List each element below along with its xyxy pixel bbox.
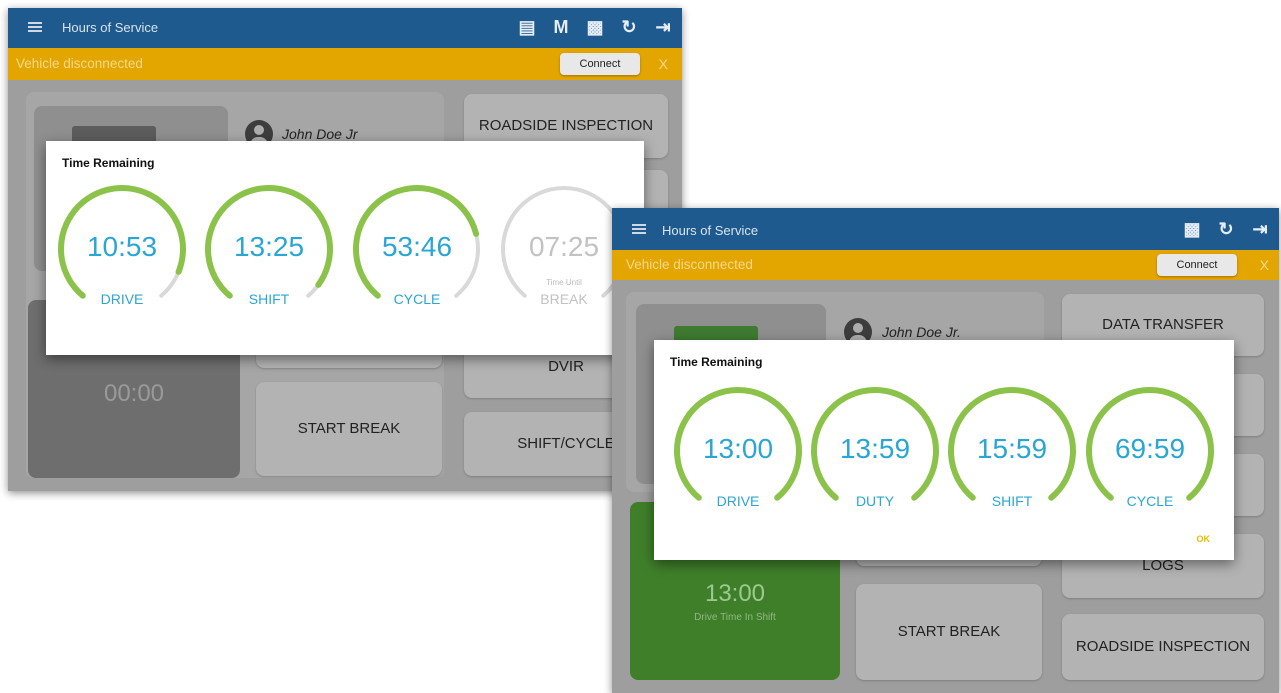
app-bar-actions: ▩ ↻ ⇥ (1183, 218, 1269, 240)
gauge-label: DRIVE (716, 493, 760, 509)
close-banner-button[interactable]: X (1260, 257, 1269, 273)
break-gauge: 07:25 Time Until BREAK (498, 183, 630, 315)
data-transfer-label: DATA TRANSFER (1102, 316, 1224, 333)
start-break-button[interactable]: START BREAK (256, 382, 442, 476)
gauge-time: 13:00 (702, 433, 774, 464)
gauge-time: 15:59 (976, 433, 1048, 464)
clock-value: 00:00 (103, 380, 165, 407)
clock-value: 13:00 (704, 580, 766, 607)
close-banner-button[interactable]: X (659, 56, 668, 72)
refresh-icon[interactable]: ↻ (620, 16, 638, 38)
start-break-label: START BREAK (297, 420, 401, 437)
screen-1: Hours of Service ▤ M ▩ ↻ ⇥ Vehicle disco… (8, 8, 682, 491)
banner-text: Vehicle disconnected (16, 56, 143, 71)
menu-icon[interactable] (632, 224, 646, 234)
gauge-time: 69:59 (1114, 433, 1186, 464)
app-bar-actions: ▤ M ▩ ↻ ⇥ (518, 16, 672, 38)
menu-icon[interactable] (28, 22, 42, 32)
shift-cycle-label: SHIFT/CYCLE (517, 435, 615, 452)
logout-icon[interactable]: ⇥ (1251, 218, 1269, 240)
drive-gauge: 10:53 DRIVE (56, 183, 188, 315)
screen-2: Hours of Service ▩ ↻ ⇥ Vehicle disconnec… (612, 208, 1279, 693)
gauge-time: 07:25 (528, 231, 600, 262)
clock-caption: Drive Time In Shift (694, 612, 776, 623)
gauge-time: 13:59 (839, 433, 911, 464)
refresh-icon[interactable]: ↻ (1217, 218, 1235, 240)
roadside-inspection-label: ROADSIDE INSPECTION (1075, 638, 1251, 655)
driver-name: John Doe Jr (282, 126, 358, 142)
m-icon[interactable]: M (552, 16, 570, 38)
gauge-label: SHIFT (248, 291, 290, 307)
gauge-label: BREAK (540, 291, 588, 307)
drive-gauge: 13:00 DRIVE (672, 385, 804, 517)
duty-gauge: 13:59 DUTY (809, 385, 941, 517)
roadside-inspection-label: ROADSIDE INSPECTION (478, 117, 654, 134)
gauge-time: 53:46 (381, 231, 453, 262)
banner-text: Vehicle disconnected (626, 257, 753, 272)
ok-button[interactable]: OK (1197, 534, 1211, 544)
app-bar: Hours of Service ▤ M ▩ ↻ ⇥ (8, 8, 682, 48)
app-bar: Hours of Service ▩ ↻ ⇥ (612, 208, 1279, 250)
shift-gauge: 13:25 SHIFT (203, 183, 335, 315)
roadside-inspection-button[interactable]: ROADSIDE INSPECTION (1062, 614, 1264, 680)
shift-gauge: 15:59 SHIFT (946, 385, 1078, 517)
gauge-time: 10:53 (86, 231, 158, 262)
disconnected-banner: Vehicle disconnected Connect X (612, 250, 1279, 280)
cycle-gauge: 69:59 CYCLE (1084, 385, 1216, 517)
gauge-label: DRIVE (100, 291, 144, 307)
dialog-title: Time Remaining (670, 355, 763, 369)
gauge-label: CYCLE (1126, 493, 1174, 509)
dialog-title: Time Remaining (62, 156, 155, 170)
gauge-label: CYCLE (393, 291, 441, 307)
dvir-label: DVIR (548, 358, 584, 375)
message-icon[interactable]: ▤ (518, 16, 536, 38)
start-break-button[interactable]: START BREAK (856, 584, 1042, 680)
logout-icon[interactable]: ⇥ (654, 16, 672, 38)
disconnected-banner: Vehicle disconnected Connect X (8, 48, 682, 80)
app-title: Hours of Service (62, 20, 159, 35)
gauge-label: DUTY (855, 493, 895, 509)
gauge-label: SHIFT (991, 493, 1033, 509)
gauge-sublabel: Time Until (546, 278, 582, 287)
connect-button[interactable]: Connect (1157, 254, 1237, 276)
start-break-label: START BREAK (897, 623, 1001, 640)
app-title: Hours of Service (662, 223, 759, 238)
monitor-icon[interactable]: ▩ (1183, 218, 1201, 240)
gauge-time: 13:25 (233, 231, 305, 262)
driver-name: John Doe Jr. (882, 324, 961, 340)
cycle-gauge: 53:46 CYCLE (351, 183, 483, 315)
time-remaining-dialog: Time Remaining 10:53 DRIVE 13:25 SHIFT 5… (46, 141, 644, 355)
time-remaining-dialog: Time Remaining 13:00 DRIVE 13:59 DUTY 15… (654, 340, 1234, 560)
connect-button[interactable]: Connect (560, 53, 640, 75)
monitor-icon[interactable]: ▩ (586, 16, 604, 38)
